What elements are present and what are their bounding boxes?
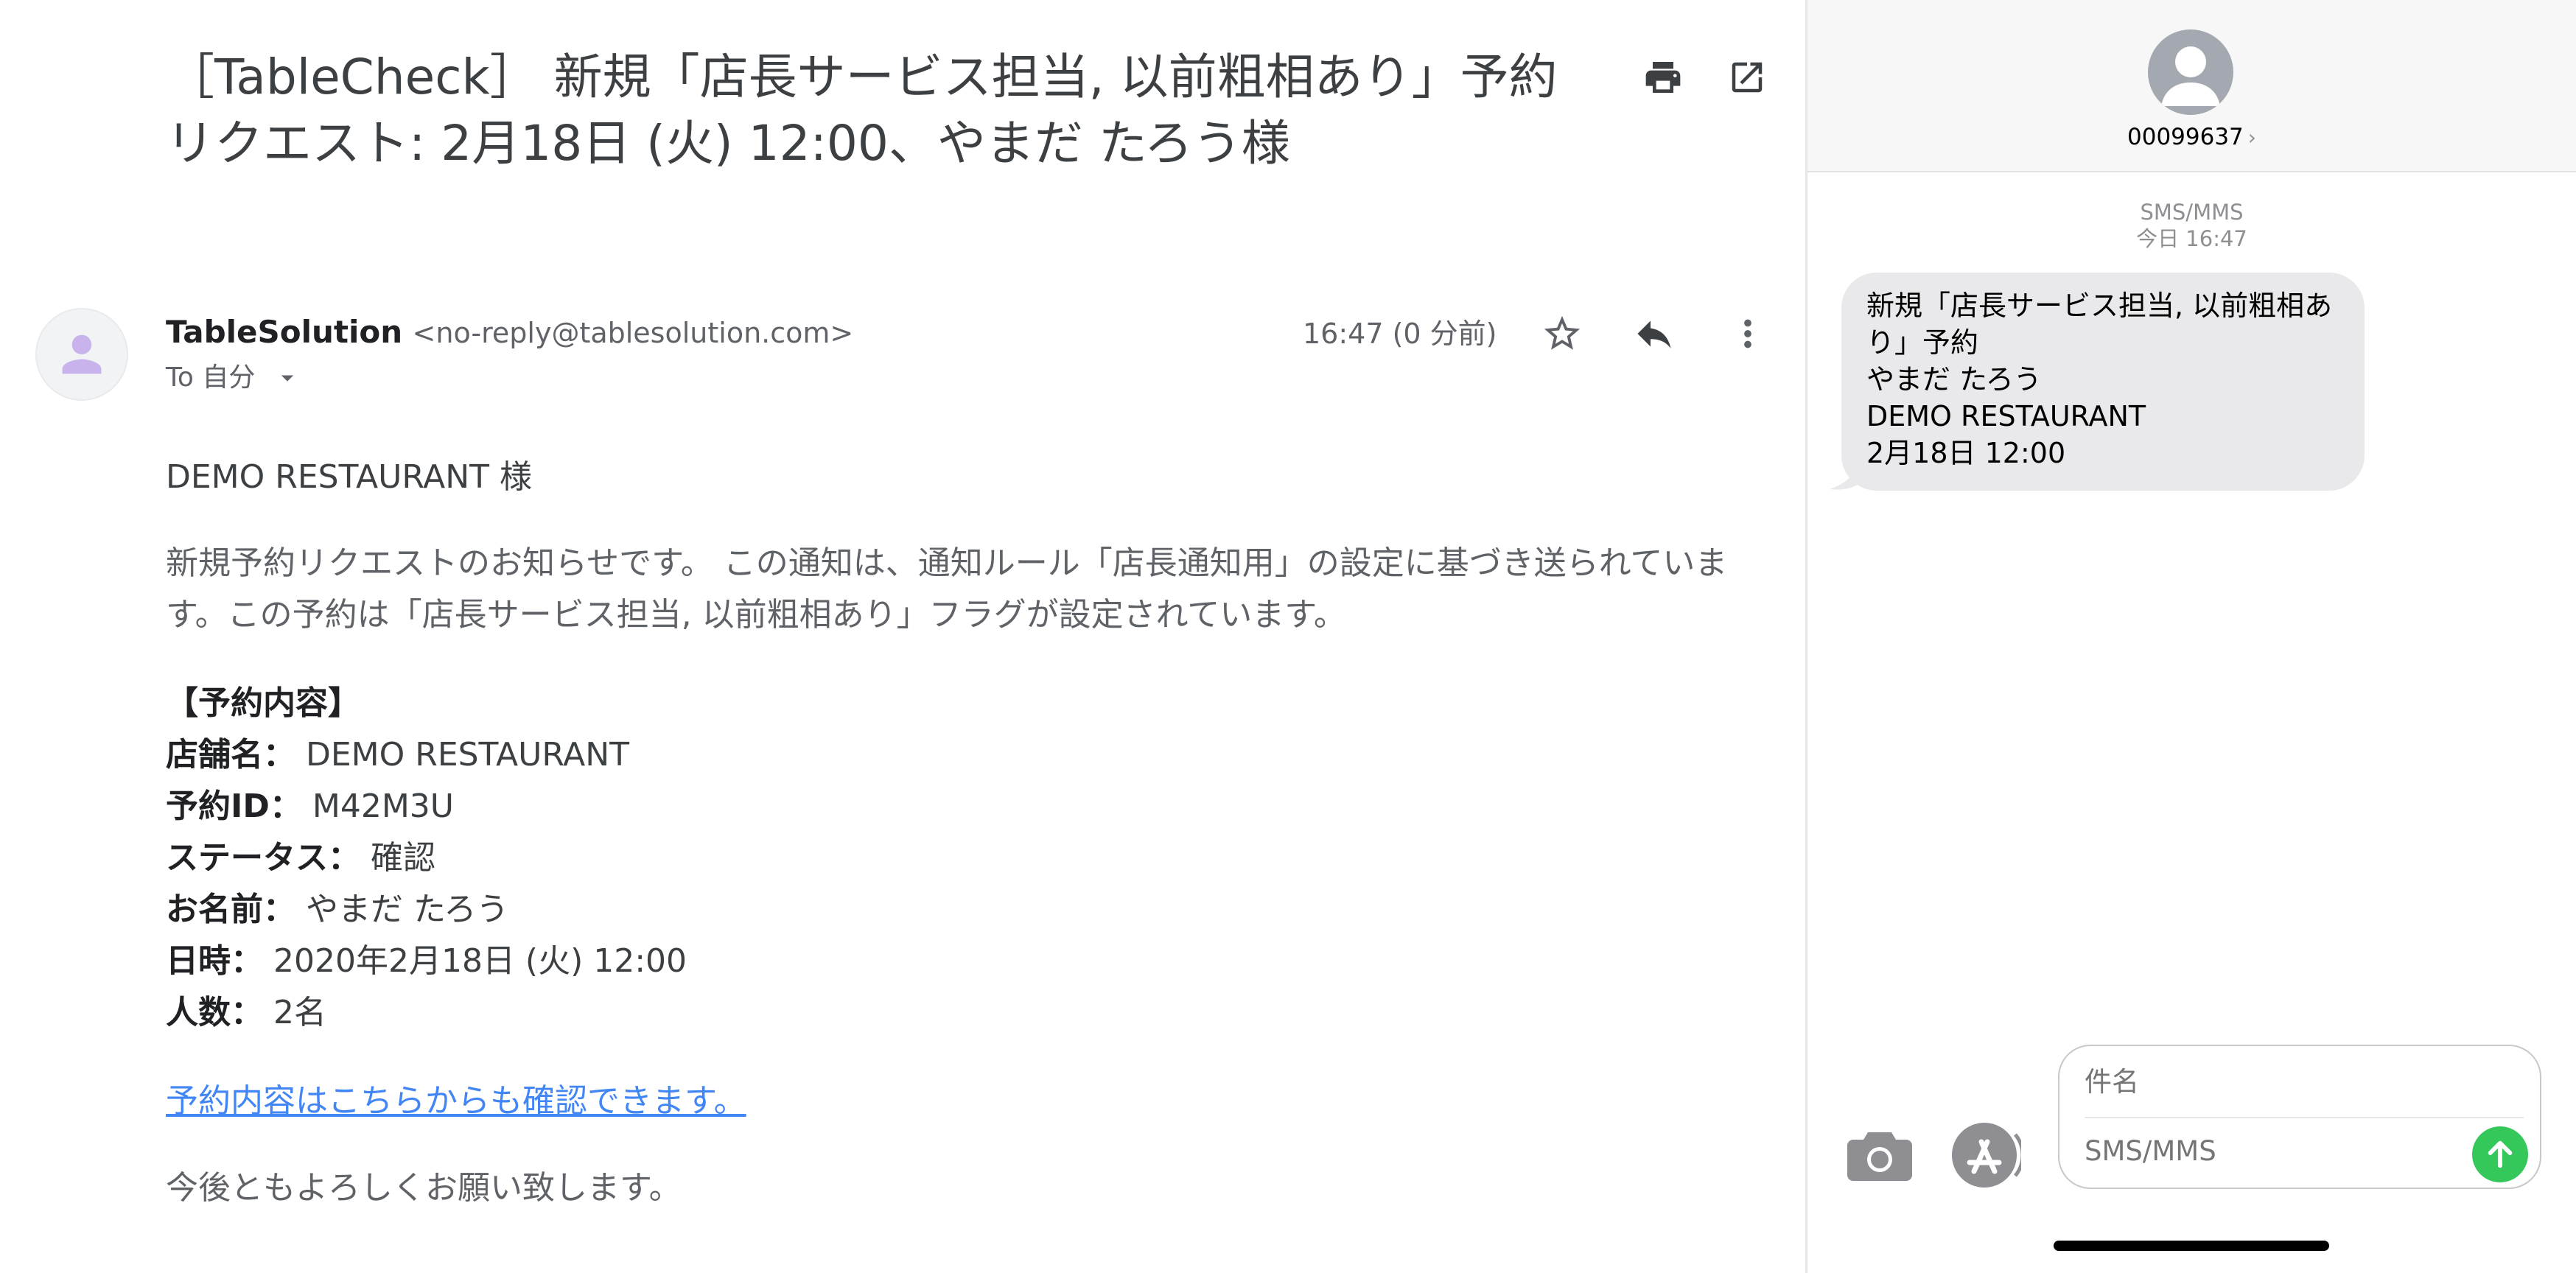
detail-label: お名前：: [166, 891, 295, 928]
email-pane: ［TableCheck］ 新規「店長サービス担当, 以前粗相あり」予約リクエスト…: [0, 0, 1805, 1273]
reservation-details: 【予約内容】 店舗名： DEMO RESTAURANT 予約ID： M42M3U…: [166, 678, 687, 1039]
more-options-button[interactable]: [1720, 306, 1776, 362]
detail-label: 人数：: [166, 994, 263, 1031]
message-line: DEMO RESTAURANT: [1866, 400, 2146, 432]
detail-value: やまだ たろう: [295, 891, 509, 928]
detail-value: 2020年2月18日 (火) 12:00: [263, 942, 687, 980]
message-input[interactable]: [2085, 1133, 2453, 1170]
person-icon: [62, 334, 102, 374]
incoming-message-bubble[interactable]: 新規「店長サービス担当, 以前粗相あ り」予約 やまだ たろう DEMO RES…: [1841, 273, 2365, 491]
compose-divider: [2085, 1117, 2524, 1118]
open-in-new-window-button[interactable]: [1721, 52, 1773, 103]
email-closing: 今後ともよろしくお願い致します。: [166, 1169, 682, 1207]
detail-row-reservation-id: 予約ID： M42M3U: [166, 781, 687, 832]
reply-button[interactable]: [1626, 306, 1682, 362]
send-button[interactable]: [2472, 1126, 2528, 1182]
reservation-confirm-link[interactable]: 予約内容はこちらからも確認できます。: [166, 1076, 746, 1127]
recipient-line: To 自分: [166, 357, 298, 399]
recipient-label: To 自分: [166, 362, 256, 393]
detail-value: DEMO RESTAURANT: [295, 736, 629, 774]
star-button[interactable]: [1534, 306, 1590, 362]
person-silhouette-icon: [2161, 46, 2220, 106]
details-heading: 【予約内容】: [166, 684, 360, 722]
arrow-up-icon: [2488, 1140, 2513, 1168]
app-store-icon: [1952, 1123, 2021, 1188]
email-intro: 新規予約リクエストのお知らせです。 この通知は、通知ルール「店長通知用」の設定に…: [166, 544, 1728, 634]
subject-input[interactable]: [2085, 1064, 2497, 1101]
reply-icon: [1637, 320, 1671, 348]
sender-avatar[interactable]: [35, 308, 128, 401]
sms-timestamp: 今日 16:47: [2136, 226, 2247, 251]
message-line: り」予約: [1866, 326, 1979, 359]
detail-row-store: 店舗名： DEMO RESTAURANT: [166, 729, 687, 781]
message-line: 新規「店長サービス担当, 以前粗相あ: [1866, 290, 2333, 322]
email-timestamp: 16:47 (0 分前): [1303, 318, 1497, 350]
open-in-new-window-icon: [1732, 62, 1763, 93]
detail-label: 店舗名：: [166, 736, 295, 774]
printer-icon: [1645, 62, 1681, 93]
contact-avatar[interactable]: [2148, 29, 2233, 115]
more-vert-icon: [1744, 319, 1751, 348]
compose-box: [2058, 1045, 2541, 1189]
detail-value: 確認: [360, 839, 435, 877]
detail-row-datetime: 日時： 2020年2月18日 (火) 12:00: [166, 936, 687, 987]
caret-down-icon: [281, 375, 294, 382]
app-store-button[interactable]: [1947, 1118, 2021, 1192]
recipient-details-toggle[interactable]: [277, 368, 298, 388]
detail-value: M42M3U: [301, 788, 455, 825]
message-line: やまだ たろう: [1866, 363, 2042, 396]
contact-number: 00099637: [2127, 124, 2244, 150]
camera-button[interactable]: [1843, 1118, 1917, 1192]
detail-label: 日時：: [166, 942, 263, 980]
camera-icon: [1847, 1132, 1912, 1181]
sms-service-label: SMS/MMS: [2140, 200, 2244, 225]
sms-meta: SMS/MMS 今日 16:47: [1807, 199, 2576, 252]
email-greeting: DEMO RESTAURANT 様: [166, 458, 532, 496]
detail-row-status: ステータス： 確認: [166, 832, 687, 884]
detail-row-party-size: 人数： 2名: [166, 987, 687, 1039]
chevron-right-icon: ›: [2247, 125, 2256, 150]
detail-label: ステータス：: [166, 839, 360, 877]
sms-pane: 00099637 › SMS/MMS 今日 16:47 新規「店長サービス担当, …: [1807, 0, 2576, 1273]
print-button[interactable]: [1637, 52, 1689, 103]
sender-email: <no-reply@tablesolution.com>: [412, 317, 854, 349]
sender-line: TableSolution <no-reply@tablesolution.co…: [166, 311, 853, 354]
home-indicator[interactable]: [2054, 1241, 2329, 1251]
detail-label: 予約ID：: [166, 788, 302, 825]
message-line: 2月18日 12:00: [1866, 437, 2066, 469]
email-subject: ［TableCheck］ 新規「店長サービス担当, 以前粗相あり」予約リクエスト…: [166, 49, 1558, 172]
contact-name[interactable]: 00099637 ›: [1807, 121, 2576, 154]
detail-row-name: お名前： やまだ たろう: [166, 884, 687, 936]
sms-header: 00099637 ›: [1807, 0, 2576, 172]
sender-name[interactable]: TableSolution: [166, 314, 402, 350]
star-icon: [1544, 315, 1581, 350]
detail-value: 2名: [263, 994, 326, 1031]
